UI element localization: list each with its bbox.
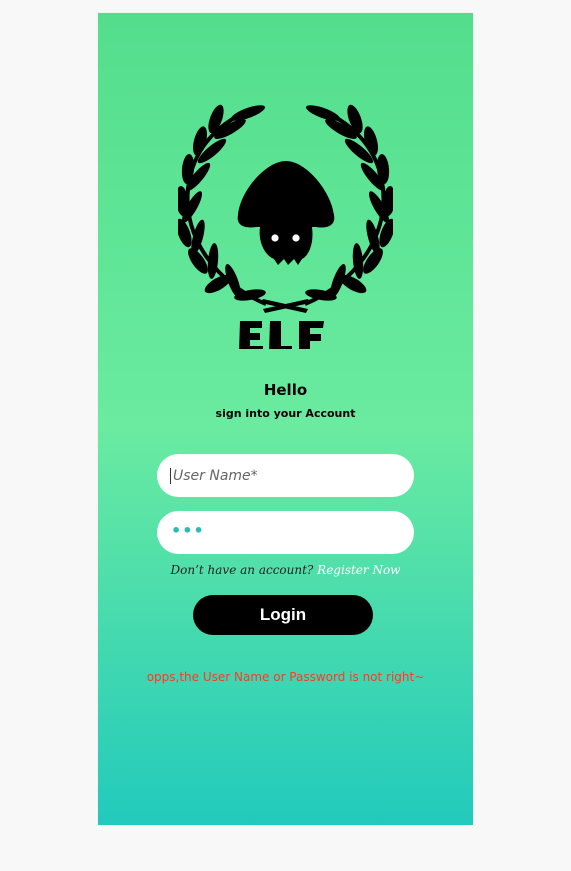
username-input[interactable]: [171, 466, 400, 485]
password-input[interactable]: •••: [171, 522, 205, 539]
elf-logo-icon: [178, 104, 393, 349]
error-message: opps,the User Name or Password is not ri…: [146, 670, 425, 684]
login-card: Hello sign into your Account ••• Don’t h…: [98, 13, 473, 825]
text-caret: [170, 468, 171, 484]
register-prompt: Don’t have an account? Register Now: [98, 563, 473, 577]
username-field[interactable]: [157, 454, 414, 497]
register-prompt-text: Don’t have an account?: [170, 563, 318, 577]
login-button[interactable]: Login: [193, 595, 373, 635]
password-field[interactable]: •••: [157, 511, 414, 554]
greeting-title: Hello: [263, 381, 308, 399]
register-link[interactable]: Register Now: [317, 563, 400, 577]
greeting-subtitle: sign into your Account: [215, 407, 356, 420]
